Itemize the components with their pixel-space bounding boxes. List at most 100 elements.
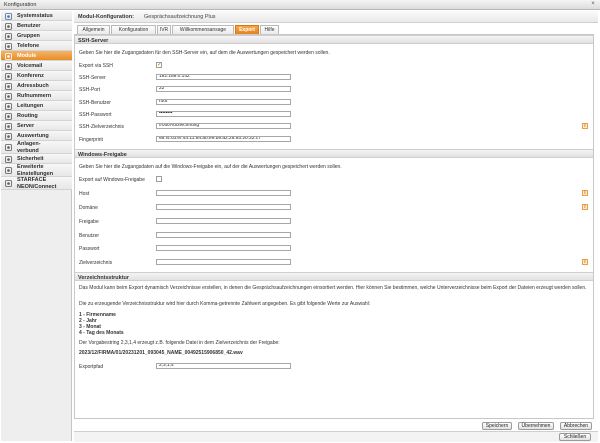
sidebar-item-label: Routing xyxy=(17,113,38,119)
conference-icon xyxy=(5,72,12,80)
sidebar-item-13[interactable]: Anlagen-verbund xyxy=(1,141,72,154)
sidebar-item-8[interactable]: Rufnummern xyxy=(1,91,72,101)
ssh-password-label: SSH-Passwort xyxy=(79,112,112,118)
sidebar-item-label: Erweiterte Einstellungen xyxy=(17,164,54,177)
sidebar-item-label: STARFACE NEON/Connect xyxy=(17,177,57,190)
sidebar-item-label: Telefone xyxy=(17,43,40,49)
ssh-port-label: SSH-Port xyxy=(79,87,101,93)
win-dir-info-icon[interactable]: i xyxy=(582,259,588,265)
sidebar-item-2[interactable]: Gruppen xyxy=(1,31,72,41)
cancel-button[interactable]: Abbrechen xyxy=(560,422,592,430)
sidebar-item-0[interactable]: Systemstatus xyxy=(1,11,72,21)
win-dir-input[interactable] xyxy=(156,259,291,265)
chart-icon xyxy=(5,132,12,140)
sidebar-item-11[interactable]: Server xyxy=(1,121,72,131)
sidebar-item-1[interactable]: Benutzer xyxy=(1,21,72,31)
ssh-export-checkbox[interactable]: ✓ xyxy=(156,62,162,68)
addressbook-icon xyxy=(5,82,12,90)
structure-option-4: 4 - Tag des Monats xyxy=(79,330,124,336)
host-input[interactable] xyxy=(156,190,291,196)
lock-icon xyxy=(5,155,12,163)
windows-section-header: Windows-Freigabe xyxy=(75,149,593,158)
sidebar-item-label: Anlagen-verbund xyxy=(17,141,41,154)
windows-export-checkbox[interactable] xyxy=(156,176,162,182)
ssh-dir-label: SSH-Zielverzeichnis xyxy=(79,124,125,130)
tab-hilfe[interactable]: Hilfe xyxy=(260,25,279,34)
ssh-dir-info-icon[interactable]: i xyxy=(582,123,588,129)
sidebar-item-label: Voicemail xyxy=(17,63,43,69)
module-header: Modul-Konfiguration: Gesprächsaufzeichnu… xyxy=(74,11,598,23)
host-info-icon[interactable]: i xyxy=(582,190,588,196)
structure-description: Das Modul kann beim Export dynamisch Ver… xyxy=(79,285,587,291)
window-titlebar: Konfiguration × xyxy=(0,0,600,10)
windows-description: Geben Sie hier die Zugangsdaten auf die … xyxy=(79,164,342,170)
tab-willkommensansage[interactable]: Willkommensansage xyxy=(172,25,234,34)
main-panel: Modul-Konfiguration: Gesprächsaufzeichnu… xyxy=(74,11,598,431)
server-icon xyxy=(5,122,12,130)
sidebar-item-12[interactable]: Auswertung xyxy=(1,131,72,141)
close-icon[interactable]: × xyxy=(589,1,597,8)
numbers-icon xyxy=(5,92,12,100)
sidebar-item-label: Systemstatus xyxy=(17,13,53,19)
domain-info-icon[interactable]: i xyxy=(582,204,588,210)
monitor-icon xyxy=(5,12,12,20)
bottom-bar: Schließen xyxy=(74,431,598,442)
share-label: Freigabe xyxy=(79,219,99,225)
sidebar-item-label: Benutzer xyxy=(17,23,41,29)
settings-icon xyxy=(5,167,12,174)
structure-instruction: Die zu erzeugende Verzeichnisstruktur wi… xyxy=(79,301,371,307)
sidebar-item-4[interactable]: Module xyxy=(1,51,72,61)
sidebar-item-9[interactable]: Leitungen xyxy=(1,101,72,111)
sidebar-item-label: Rufnummern xyxy=(17,93,52,99)
save-button[interactable]: Speichern xyxy=(482,422,512,430)
win-user-input[interactable] xyxy=(156,232,291,238)
domain-label: Domäne xyxy=(79,205,98,211)
ssh-server-input[interactable]: 192.168.0.142 xyxy=(156,74,291,80)
sidebar-item-7[interactable]: Adressbuch xyxy=(1,81,72,91)
structure-section-header: Verzeichnisstruktur xyxy=(75,272,593,281)
sidebar-item-label: Leitungen xyxy=(17,103,44,109)
domain-input[interactable] xyxy=(156,204,291,210)
tab-konfiguration[interactable]: Konfiguration xyxy=(111,25,156,34)
connect-icon xyxy=(5,180,12,187)
phone-icon xyxy=(5,42,12,50)
sidebar-item-10[interactable]: Routing xyxy=(1,111,72,121)
fingerprint-input[interactable]: 66:f4:cd:ef:44:11:64:a0:e9:b9:a2:26:93:2… xyxy=(156,136,291,142)
sidebar-item-5[interactable]: Voicemail xyxy=(1,61,72,71)
ssh-user-label: SSH-Benutzer xyxy=(79,100,111,106)
ssh-port-input[interactable]: 22 xyxy=(156,86,291,92)
sidebar-item-label: Adressbuch xyxy=(17,83,49,89)
ssh-password-input[interactable]: •••••••• xyxy=(156,111,291,117)
sidebar-item-label: Sicherheit xyxy=(17,156,44,162)
tab-export[interactable]: Export xyxy=(235,25,259,34)
sidebar-item-14[interactable]: Sicherheit xyxy=(1,154,72,164)
voicemail-icon xyxy=(5,62,12,70)
exportpath-label: Exportpfad xyxy=(79,364,104,370)
exportpath-input[interactable]: 2,3,1,4 xyxy=(156,363,291,369)
ssh-export-label: Export via SSH xyxy=(79,63,113,69)
ssh-dir-input[interactable]: /root/Aufzeichnung xyxy=(156,123,291,129)
win-dir-label: Zielverzeichnis xyxy=(79,260,113,266)
sidebar-item-label: Gruppen xyxy=(17,33,40,39)
structure-section-title: Verzeichnisstruktur xyxy=(78,274,130,281)
sidebar: Systemstatus Benutzer Gruppen Telefone Modul… xyxy=(1,11,72,441)
apply-button[interactable]: Übernehmen xyxy=(518,422,554,430)
ssh-section-title: SSH-Server xyxy=(78,37,109,44)
close-button[interactable]: Schließen xyxy=(559,433,591,441)
share-input[interactable] xyxy=(156,218,291,224)
sidebar-item-15[interactable]: Erweiterte Einstellungen xyxy=(1,164,72,177)
sidebar-item-16[interactable]: STARFACE NEON/Connect xyxy=(1,177,72,190)
structure-example-path: 2023/12/FIRMA/01/20231201_093045_NAME_00… xyxy=(79,350,243,356)
tab-allgemein[interactable]: Allgemein xyxy=(77,25,110,34)
module-icon xyxy=(5,52,12,60)
ssh-description: Geben Sie hier die Zugangsdaten für den … xyxy=(79,50,330,56)
routing-icon xyxy=(5,112,12,120)
tab-ivr[interactable]: IVR xyxy=(157,25,171,34)
ssh-user-input[interactable]: root xyxy=(156,99,291,105)
sidebar-item-3[interactable]: Telefone xyxy=(1,41,72,51)
win-password-input[interactable] xyxy=(156,245,291,251)
windows-section-title: Windows-Freigabe xyxy=(78,151,127,158)
sidebar-item-6[interactable]: Konferenz xyxy=(1,71,72,81)
lines-icon xyxy=(5,102,12,110)
structure-example-text: Der Vorgabestring 2,3,1,4 erzeugt z.B. f… xyxy=(79,340,280,346)
